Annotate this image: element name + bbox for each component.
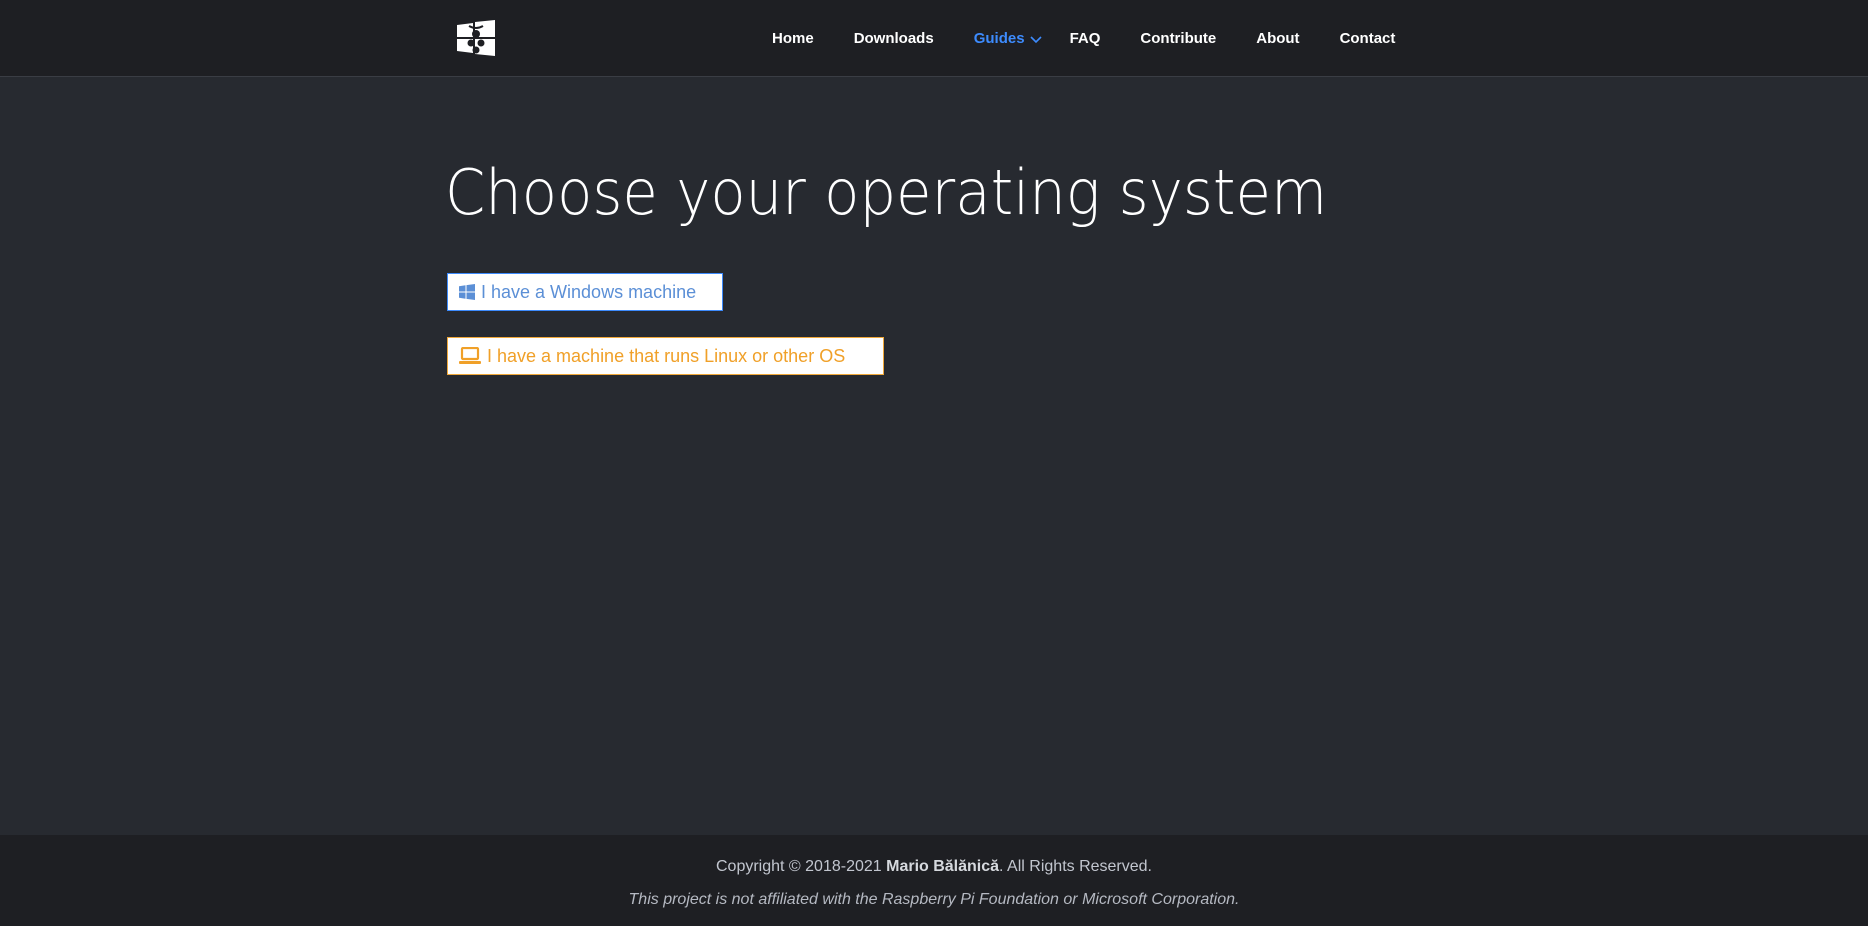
site-footer: Copyright © 2018-2021 Mario Bălănică. Al… <box>0 835 1868 926</box>
nav-guides-label: Guides <box>973 29 1025 47</box>
windows-machine-label: I have a Windows machine <box>481 281 697 302</box>
site-logo[interactable] <box>457 20 495 56</box>
copyright-author: Mario Bălănică <box>886 858 1000 875</box>
nav-downloads[interactable]: Downloads <box>854 30 934 47</box>
copyright-suffix: . All Rights Reserved. <box>999 858 1152 875</box>
nav-about[interactable]: About <box>1256 30 1299 47</box>
site-header: Home Downloads Guides FAQ Contribute Abo… <box>0 0 1868 77</box>
nav-guides[interactable]: Guides <box>974 30 1042 47</box>
main-nav: Home Downloads Guides FAQ Contribute Abo… <box>772 0 1395 76</box>
windows-icon <box>459 284 475 300</box>
nav-home[interactable]: Home <box>772 30 814 47</box>
linux-machine-label: I have a machine that runs Linux or othe… <box>487 345 846 366</box>
page-title: Choose your operating system <box>445 156 1328 229</box>
windows-raspberry-logo-icon <box>457 20 495 56</box>
copyright-text: Copyright © 2018-2021 Mario Bălănică. Al… <box>0 858 1868 876</box>
copyright-prefix: Copyright © 2018-2021 <box>715 858 887 875</box>
windows-machine-button[interactable]: I have a Windows machine <box>447 273 723 311</box>
linux-machine-button[interactable]: I have a machine that runs Linux or othe… <box>447 337 884 375</box>
nav-contribute[interactable]: Contribute <box>1140 30 1216 47</box>
nav-faq[interactable]: FAQ <box>1070 30 1101 47</box>
laptop-icon <box>459 347 481 365</box>
nav-contact[interactable]: Contact <box>1340 30 1396 47</box>
chevron-down-icon <box>1029 35 1042 43</box>
disclaimer-text: This project is not affiliated with the … <box>628 891 1240 908</box>
